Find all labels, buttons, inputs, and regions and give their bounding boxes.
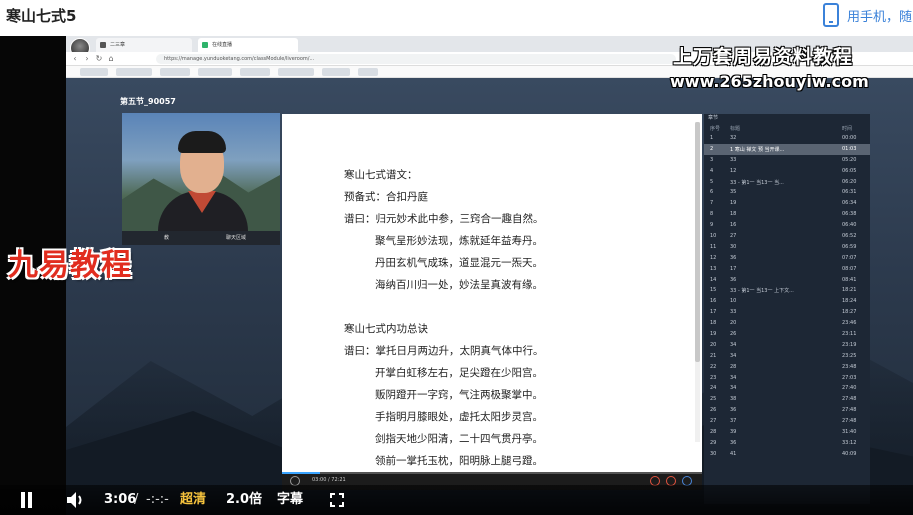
document-line: 谱曰：归元妙术此中参，三窍合一趣自然。 [344,213,544,225]
back-icon: ‹ [73,54,77,63]
playlist-row: 13 17 08:07 [710,265,857,272]
mobile-watch-label: 用手机，随 [847,9,913,25]
recorded-screen: 二三章 在线直播 ‹ › ↻ ⌂ https://manage.yunduoke… [66,36,913,515]
playlist-row: 1 32 00:00 [710,135,857,141]
document-line: 领前一掌托玉枕，阳明脉上腿弓蹬。 [375,455,543,467]
watermark-site: www.265zhouyiw.com [670,72,869,91]
player-control-bar: 3:06 / -:-:- 超清 2.0倍 字幕 [0,485,913,515]
recorded-tab: 二三章 [96,38,192,52]
playlist-row: 3 33 05:20 [710,156,857,163]
document-line: 预备式：合扣丹庭 [344,191,428,203]
document-line: 寒山七式谱文： [344,169,418,181]
document-line: 海纳百川归一处，妙法呈真波有缘。 [375,279,543,291]
document-line: 贩阴蹬开一字窍，气注两极聚掌中。 [375,389,543,401]
document-line: 手指明月膝眼处，虚托太阳步灵宫。 [375,411,543,423]
phone-icon [823,3,839,27]
document-line: 谱曰：掌托日月两边升，太阴真气体中行。 [344,345,544,357]
subtitle-button[interactable]: 字幕 [277,491,303,509]
watermark-brand: 九易教程 [8,248,132,283]
lesson-document: 寒山七式谱文： 预备式：合扣丹庭谱曰：归元妙术此中参，三窍合一趣自然。聚气呈形妙法… [282,114,702,472]
document-line: 寒山七式内功总诀 [344,323,428,335]
document-text: 寒山七式谱文： 预备式：合扣丹庭谱曰：归元妙术此中参，三窍合一趣自然。聚气呈形妙法… [344,164,544,472]
playlist-row: 14 36 08:41 [710,276,857,283]
playlist-row: 23 34 27:03 [710,374,857,381]
playlist-row: 28 39 31:40 [710,429,857,436]
chapter-playlist: 章节 序号 标题 时间 1 32 00:00 2 1 寒山 禅文 预 当开课... 01:… [704,114,870,504]
playlist-row: 9 16 06:40 [710,222,857,229]
watermark-top-text: 上万套周易资料教程 [673,46,854,68]
quality-button[interactable]: 超清 [180,491,206,509]
reload-icon: ↻ [95,54,103,63]
tab-favicon-icon [202,42,208,48]
current-time: 3:06 [104,492,137,507]
playlist-row: 30 41 40:09 [710,450,857,457]
playlist-row: 21 寒山 禅文 预 当开课... 01:03 [704,143,870,155]
page-header: 寒山七式5 用手机，随 [0,0,913,36]
playlist-row: 26 36 27:48 [710,407,857,414]
recorded-url: https://manage.yunduoketang.com/classMod… [156,54,676,64]
lesson-title: 第五节_90057 [120,97,176,106]
playlist-row: 15 33 - 第1一 当13一 上下文... 18:21 [710,287,857,295]
document-line: 开掌白虹移左右，足尖蹬在少阳宫。 [375,367,543,379]
playlist-row: 11 30 06:59 [710,243,857,250]
time-separator: / [134,492,139,507]
playlist-row: 29 36 33:12 [710,439,857,446]
volume-icon[interactable] [66,491,86,509]
playlist-row: 5 33 - 第1一 当13一 当... 06:20 [710,178,857,186]
playlist-row: 25 38 27:48 [710,396,857,403]
playlist-row: 12 36 07:07 [710,254,857,261]
playlist-row: 24 34 27:40 [710,385,857,392]
mobile-watch-link[interactable]: 用手机，随 [823,3,912,27]
document-line: 聚气呈形妙法现，炼就延年益寿丹。 [375,235,543,247]
total-time: -:-:- [146,492,169,507]
tab-favicon-icon [100,42,106,48]
playlist-row: 16 10 18:24 [710,298,857,305]
playlist-row: 18 20 23:46 [710,320,857,327]
playlist-row: 6 35 06:31 [710,189,857,196]
pause-icon[interactable] [20,492,34,508]
home-icon: ⌂ [108,54,114,63]
fullscreen-icon[interactable] [330,493,344,507]
playlist-row: 19 26 23:11 [710,331,857,338]
recorded-tab-active: 在线直播 [198,38,298,52]
playlist-row: 22 28 23:48 [710,363,857,370]
recorded-time: 03:00 / 72:21 [312,477,346,483]
document-scrollbar [695,122,700,442]
page-title: 寒山七式5 [6,7,77,25]
teacher-webcam [122,113,280,231]
video-player[interactable]: 二三章 在线直播 ‹ › ↻ ⌂ https://manage.yunduoke… [0,36,913,515]
playlist-row: 20 34 23:19 [710,341,857,348]
playlist-row: 4 12 06:05 [710,167,857,174]
playlist-columns: 序号 标题 时间 [710,126,853,132]
playlist-row: 21 34 23:25 [710,352,857,359]
playlist-row: 7 19 06:34 [710,200,857,207]
speed-button[interactable]: 2.0倍 [226,491,262,509]
webcam-toolbar: 教 聊天区域 [122,231,280,245]
playlist-rows: 1 32 00:00 2 1 寒山 禅文 预 当开课... 01:03 3 33 05:20 4 1… [704,133,870,460]
document-line: 剑指天地少阳清，二十四气贯丹亭。 [375,433,543,445]
playlist-row: 10 27 06:52 [710,233,857,240]
playlist-row: 8 18 06:38 [710,211,857,218]
playlist-row: 17 33 18:27 [710,309,857,316]
playlist-row: 27 37 27:48 [710,418,857,425]
forward-icon: › [85,54,89,63]
document-line: 丹田玄机气成珠，道显混元一炁天。 [375,257,543,269]
